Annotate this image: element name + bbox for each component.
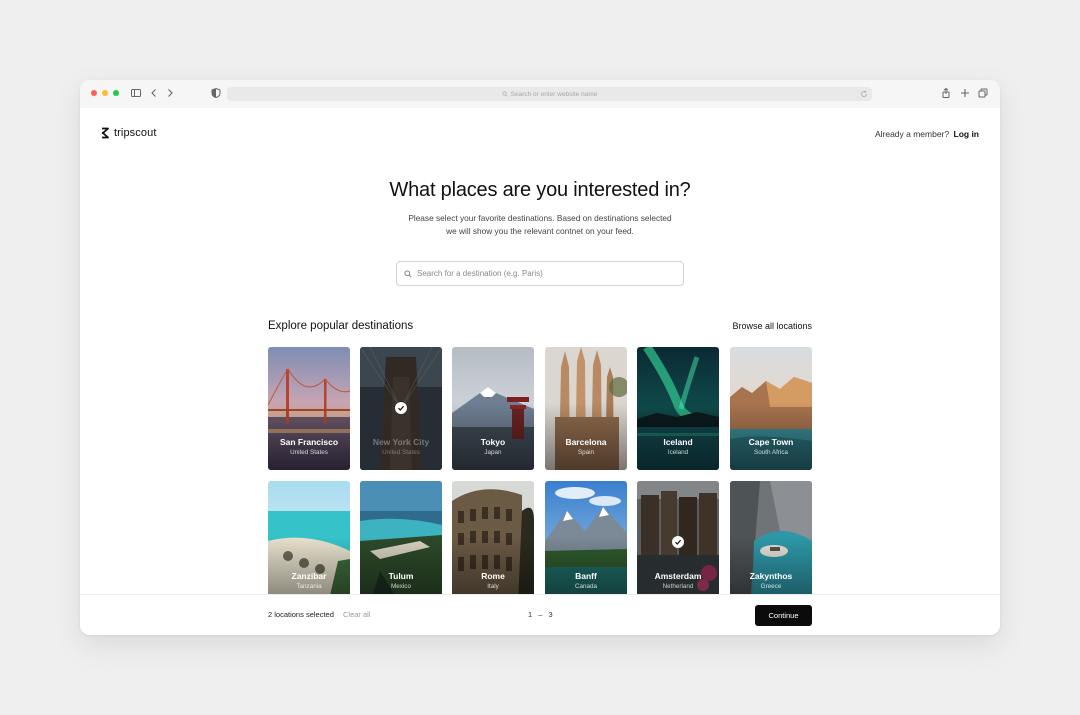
destination-name: Zanzibar	[291, 571, 327, 581]
destination-country: South Africa	[754, 449, 788, 456]
destination-name: Banff	[575, 571, 597, 581]
destination-card-zakynthos[interactable]: Zakynthos Greece	[730, 481, 812, 604]
address-bar[interactable]: Search or enter website name	[227, 87, 872, 101]
destination-search-input[interactable]: Search for a destination (e.g. Paris)	[396, 261, 684, 286]
destination-country: Spain	[577, 449, 595, 456]
destination-card-tokyo[interactable]: Tokyo Japan	[452, 347, 534, 470]
reload-icon[interactable]	[860, 90, 868, 98]
destination-country: Netherland	[662, 583, 694, 590]
browser-window: Search or enter website name tripscout A…	[80, 80, 1000, 635]
search-icon	[502, 91, 508, 97]
address-placeholder: Search or enter website name	[510, 90, 598, 98]
checkmark-icon	[395, 402, 407, 414]
shield-icon[interactable]	[210, 87, 222, 99]
logo-icon	[101, 127, 109, 139]
close-window-button[interactable]	[91, 90, 97, 96]
destination-card-cape-town[interactable]: Cape Town South Africa	[730, 347, 812, 470]
section-title: Explore popular destinations	[268, 320, 414, 332]
destination-country: Tanzania	[296, 583, 322, 590]
browse-all-link[interactable]: Browse all locations	[732, 321, 812, 331]
destination-card-iceland[interactable]: Iceland Iceland	[637, 347, 719, 470]
destination-country: Iceland	[667, 449, 689, 456]
maximize-window-button[interactable]	[113, 90, 119, 96]
minimize-window-button[interactable]	[102, 90, 108, 96]
destination-card-san-francisco[interactable]: San Francisco United States	[268, 347, 350, 470]
selected-count: 2 locations selected	[268, 610, 334, 619]
destination-card-zanzibar[interactable]: Zanzibar Tanzania	[268, 481, 350, 604]
destination-country: Greece	[760, 583, 782, 590]
destination-country: Canada	[574, 583, 598, 590]
destination-country: United States	[382, 449, 420, 456]
destination-card-banff[interactable]: Banff Canada	[545, 481, 627, 604]
back-icon[interactable]	[148, 87, 160, 99]
browser-toolbar: Search or enter website name	[80, 80, 1000, 108]
destination-name: San Francisco	[279, 437, 339, 447]
member-prompt: Already a member? Log in	[875, 129, 979, 139]
continue-button[interactable]: Continue	[755, 605, 812, 626]
search-placeholder: Search for a destination (e.g. Paris)	[417, 269, 543, 278]
selection-footer: 2 locations selected Clear all 1 – 3 Con…	[80, 594, 1000, 635]
pagination[interactable]: 1 – 3	[528, 610, 553, 619]
destination-card-rome[interactable]: Rome Italy	[452, 481, 534, 604]
destination-name: Zakynthos	[749, 571, 793, 581]
sidebar-icon[interactable]	[130, 87, 142, 99]
page-subtitle: Please select your favorite destinations…	[380, 212, 700, 237]
destination-name: Amsterdam	[654, 571, 702, 581]
destination-name: Cape Town	[748, 437, 794, 447]
destination-country: Italy	[487, 583, 499, 590]
destination-name: Tulum	[388, 571, 414, 581]
member-prompt-text: Already a member?	[874, 129, 950, 139]
destination-name: Tokyo	[480, 437, 506, 447]
logo-text: tripscout	[114, 127, 157, 139]
new-tab-icon[interactable]	[959, 87, 971, 99]
tabs-overview-icon[interactable]	[977, 87, 989, 99]
destination-name: Iceland	[663, 437, 693, 447]
share-icon[interactable]	[940, 87, 952, 99]
destination-name: Barcelona	[565, 437, 607, 447]
forward-icon[interactable]	[164, 87, 176, 99]
destination-card-amsterdam[interactable]: Amsterdam Netherland	[637, 481, 719, 604]
tripscout-logo[interactable]: tripscout	[100, 127, 156, 139]
subtitle-line-1: Please select your favorite destinations…	[408, 213, 672, 223]
clear-all-button[interactable]: Clear all	[343, 610, 371, 619]
destination-card-barcelona[interactable]: Barcelona Spain	[545, 347, 627, 470]
destination-country: United States	[290, 449, 328, 456]
destination-card-new-york-city[interactable]: New York City United States	[360, 347, 442, 470]
onboarding-page: tripscout Already a member? Log in What …	[80, 108, 1000, 635]
subtitle-line-2: we will show you the relevant contnet on…	[446, 225, 634, 236]
checkmark-icon	[672, 536, 684, 548]
destination-country: Japan	[484, 449, 502, 456]
search-icon	[404, 269, 412, 278]
page-title: What places are you interested in?	[389, 179, 691, 201]
destination-name: Rome	[481, 571, 505, 581]
destination-card-tulum[interactable]: Tulum Mexico	[360, 481, 442, 604]
destination-country: Mexico	[391, 583, 411, 590]
login-link[interactable]: Log in	[954, 129, 980, 139]
destination-name: New York City	[372, 437, 430, 447]
